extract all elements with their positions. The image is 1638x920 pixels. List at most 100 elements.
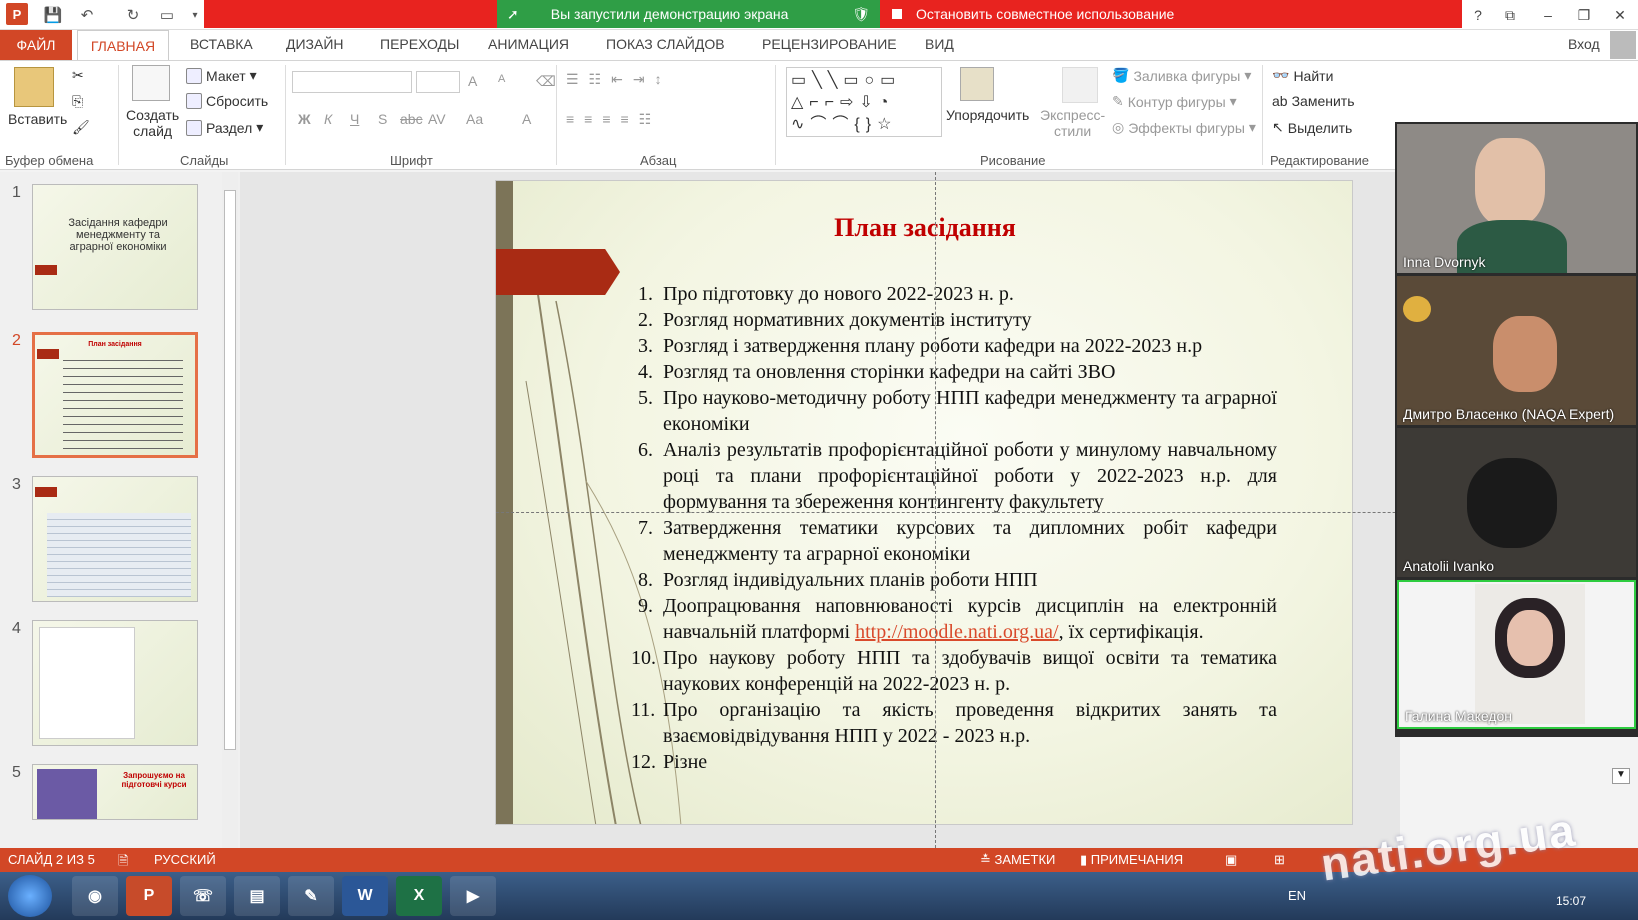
new-slide-button[interactable]: Создать слайд [126,107,179,139]
select-button[interactable]: ↖ Выделить [1272,119,1352,136]
undo-icon[interactable]: ↶ [74,2,100,28]
powerpoint-taskbar-icon[interactable]: P [126,876,172,916]
font-name-select[interactable] [292,71,412,93]
word-icon[interactable]: W [342,876,388,916]
quick-styles-button[interactable]: Экспресс- стили [1040,107,1105,139]
normal-view-icon[interactable]: ▣ [1225,852,1237,868]
group-label-paragraph: Абзац [640,153,677,168]
font-color-button[interactable]: A [522,111,531,127]
participant-tile-active-speaker[interactable]: Галина Македон [1397,580,1636,729]
redo-icon[interactable]: ↻ [120,2,146,28]
list-item: 10. Про наукову роботу НПП та здобувачів … [631,645,1277,697]
chrome-icon[interactable]: ◉ [72,876,118,916]
tab-animations[interactable]: АНИМАЦИЯ [488,36,569,52]
scroll-down-icon[interactable]: ▼ [1612,768,1630,784]
current-slide[interactable]: План засідання 1. Про підготовку до новог… [495,180,1353,825]
copy-icon[interactable]: ⎘ [72,93,83,110]
thumbnail-arrow [35,487,57,497]
agenda-list[interactable]: 1. Про підготовку до нового 2022-2023 н. … [631,281,1277,775]
thumbnail-scrollbar[interactable] [222,172,238,848]
screen-share-status: ➚ Вы запустили демонстрацию экрана 🛡 [497,0,880,28]
bold-button[interactable]: Ж [298,111,311,127]
spellcheck-icon[interactable]: 🗎 [118,852,128,874]
tab-transitions[interactable]: ПЕРЕХОДЫ [380,36,459,52]
notepad-icon[interactable]: ✎ [288,876,334,916]
close-icon[interactable]: ✕ [1607,4,1633,26]
participant-face [1475,138,1545,226]
vertical-guide[interactable] [935,172,936,848]
comments-button[interactable]: ▮ ПРИМЕЧАНИЯ [1080,852,1183,868]
tab-slideshow[interactable]: ПОКАЗ СЛАЙДОВ [606,36,725,52]
tab-view[interactable]: ВИД [925,36,954,52]
tab-insert[interactable]: ВСТАВКА [190,36,253,52]
slide-thumbnail-4[interactable] [32,620,198,746]
replace-button[interactable]: ab Заменить [1272,93,1355,109]
tab-review[interactable]: РЕЦЕНЗИРОВАНИЕ [762,36,897,52]
shapes-gallery[interactable]: ▭╲╲▭○▭ △⌐⌐⇨⇩◔ ∿⌒⌒{}☆ [786,67,942,137]
file-explorer-icon[interactable]: ▤ [234,876,280,916]
reset-button[interactable]: Сбросить [186,93,268,109]
thumbnail-number: 3 [12,476,21,493]
moodle-link[interactable]: http://moodle.nati.org.ua/ [855,621,1059,643]
slide-thumbnail-3[interactable] [32,476,198,602]
stop-icon [892,9,902,19]
shape-effects-button[interactable]: ◎ Эффекты фигуры ▾ [1112,119,1256,136]
tab-home[interactable]: ГЛАВНАЯ [77,30,169,60]
tab-design[interactable]: ДИЗАЙН [286,36,344,52]
paste-button[interactable]: Вставить [8,111,67,127]
align-buttons[interactable]: ≡≡≡≡☷ [566,111,661,128]
start-slideshow-icon[interactable]: ▭ [154,2,180,28]
system-clock[interactable]: 15:07 [1556,894,1586,908]
expand-arrow-icon[interactable]: ➚ [507,6,519,23]
grow-font-button[interactable]: A [468,73,477,89]
shadow-button[interactable]: S [378,111,387,127]
notes-button[interactable]: ≛ ЗАМЕТКИ [980,852,1055,868]
list-buttons[interactable]: ☰☷⇤⇥↕ [566,71,672,88]
find-button[interactable]: 👓 Найти [1272,67,1333,84]
scrollbar-thumb[interactable] [224,190,236,750]
cut-icon[interactable]: ✂ [72,67,84,84]
participant-tile[interactable]: Дмитро Власенко (NAQA Expert) [1397,276,1636,425]
excel-icon[interactable]: X [396,876,442,916]
change-case-button[interactable]: Aa [466,111,483,127]
participant-tile[interactable]: Anatolii Ivanko [1397,428,1636,577]
font-size-select[interactable] [416,71,460,93]
shape-fill-button[interactable]: 🪣 Заливка фигуры ▾ [1112,67,1251,84]
slide-thumbnail-2[interactable]: План засідання [32,332,198,458]
item-text: Розгляд нормативних документів інституту [663,309,1032,331]
clear-format-icon[interactable]: ⌫ [536,73,556,90]
item-number: 10. [631,647,656,669]
arrange-button[interactable]: Упорядочить [946,107,1029,123]
group-label-font: Шрифт [390,153,433,168]
viber-icon[interactable]: ☏ [180,876,226,916]
slide-counter[interactable]: СЛАЙД 2 ИЗ 5 [8,852,95,867]
strikethrough-button[interactable]: abc [400,111,423,127]
minimize-icon[interactable]: – [1535,4,1561,26]
participant-tile[interactable]: Inna Dvornyk [1397,124,1636,273]
shrink-font-button[interactable]: A [498,73,505,85]
input-language[interactable]: EN [1288,888,1306,903]
save-icon[interactable]: 💾 [40,2,66,28]
help-icon[interactable]: ? [1465,4,1491,26]
italic-button[interactable]: К [324,111,332,127]
tab-file[interactable]: ФАЙЛ [0,30,72,60]
slide-title[interactable]: План засідання [496,213,1352,243]
ribbon-display-options-icon[interactable]: ⧉ [1497,4,1523,26]
slide-thumbnail-5[interactable]: Запрошуємо на підготовчі курси [32,764,198,820]
layout-icon [186,67,202,84]
slide-sorter-icon[interactable]: ⊞ [1274,852,1285,868]
sign-in-link[interactable]: Вход [1568,36,1600,52]
stop-sharing-button[interactable]: Остановить совместное использование [884,0,1200,28]
language-indicator[interactable]: РУССКИЙ [154,852,216,867]
format-painter-icon[interactable]: 🖌 [72,119,90,136]
restore-icon[interactable]: ❐ [1571,4,1597,26]
shape-outline-button[interactable]: ✎ Контур фигуры ▾ [1112,93,1237,110]
char-spacing-button[interactable]: AV [428,111,446,127]
slide-thumbnail-1[interactable]: Засідання кафедри менеджменту та аграрно… [32,184,198,310]
start-button-icon[interactable] [8,875,52,917]
underline-button[interactable]: Ч [350,111,359,127]
section-button[interactable]: Раздел ▾ [186,119,263,136]
zoom-icon[interactable]: ▶ [450,876,496,916]
avatar[interactable] [1610,31,1636,59]
layout-button[interactable]: Макет ▾ [186,67,257,84]
